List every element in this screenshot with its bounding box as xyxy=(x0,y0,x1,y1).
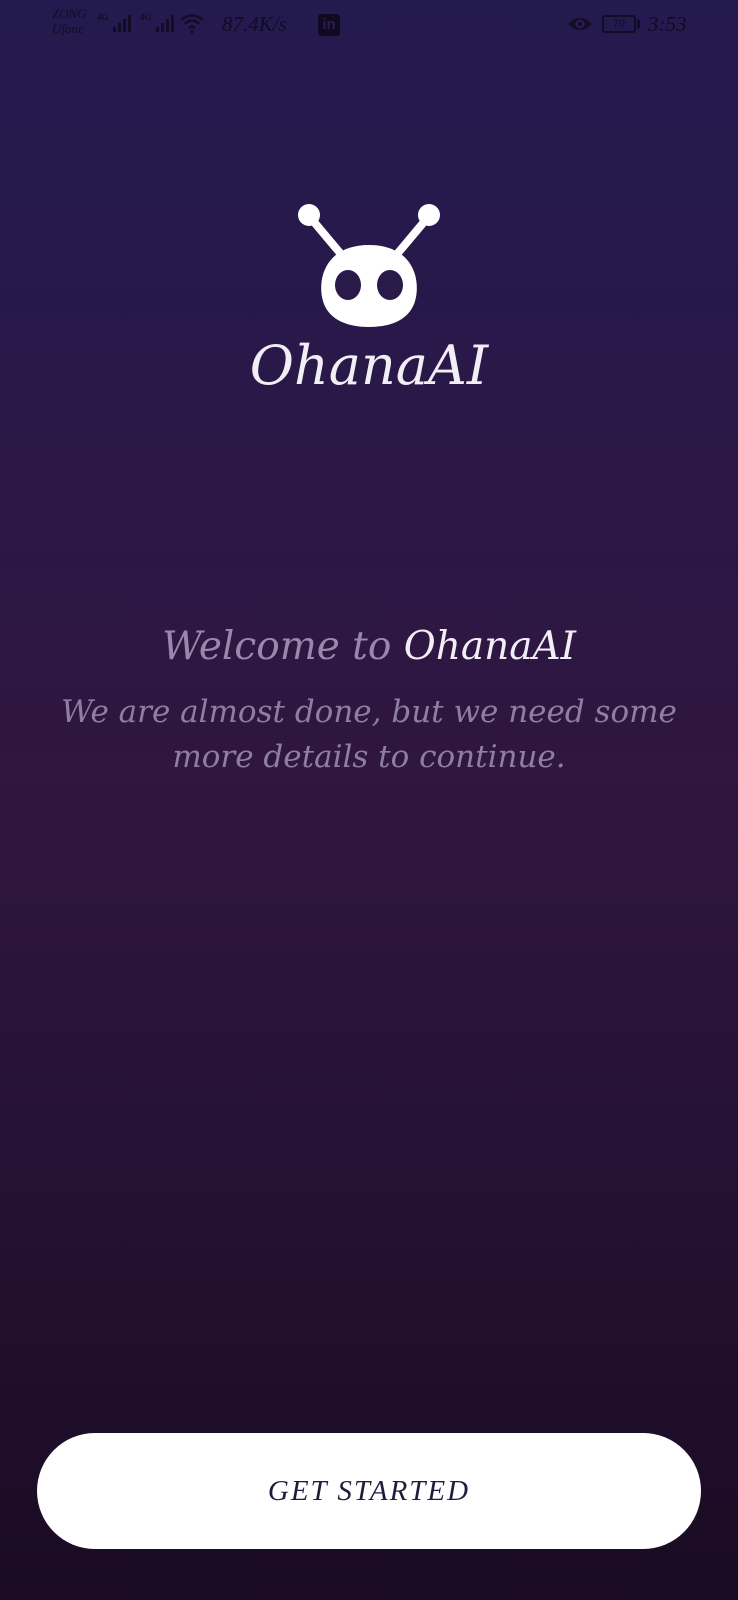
signal-icon: 4G xyxy=(97,12,131,32)
linkedin-icon: in xyxy=(318,14,340,36)
carrier-secondary: Ufone xyxy=(52,21,84,36)
app-title: OhanaAI xyxy=(249,334,489,397)
eye-icon xyxy=(568,18,592,30)
wifi-icon xyxy=(180,14,204,34)
signal-icon-2: 4G xyxy=(140,12,174,32)
network-speed: 87.4K/s xyxy=(222,12,287,36)
battery-tip xyxy=(637,20,640,28)
carrier-names: ZONG Ufone xyxy=(52,6,87,36)
status-time: 3:53 xyxy=(648,12,687,36)
network-type-2: 4G xyxy=(140,12,152,22)
carrier-primary: ZONG xyxy=(52,6,87,21)
status-bar: ZONG Ufone 4G 4G 87.4K/s in 79 3:53 xyxy=(0,0,738,50)
welcome-prefix: Welcome to xyxy=(161,624,392,669)
welcome-subtitle: We are almost done, but we need some mor… xyxy=(61,694,677,775)
welcome-brand: OhanaAI xyxy=(403,624,577,669)
battery-level: 79 xyxy=(612,18,626,30)
welcome-heading: Welcome to OhanaAI xyxy=(0,624,738,669)
ohana-logo-icon xyxy=(298,204,440,327)
network-type-1: 4G xyxy=(97,12,109,22)
battery-icon: 79 xyxy=(602,15,636,33)
get-started-button[interactable]: GET STARTED xyxy=(37,1433,701,1549)
